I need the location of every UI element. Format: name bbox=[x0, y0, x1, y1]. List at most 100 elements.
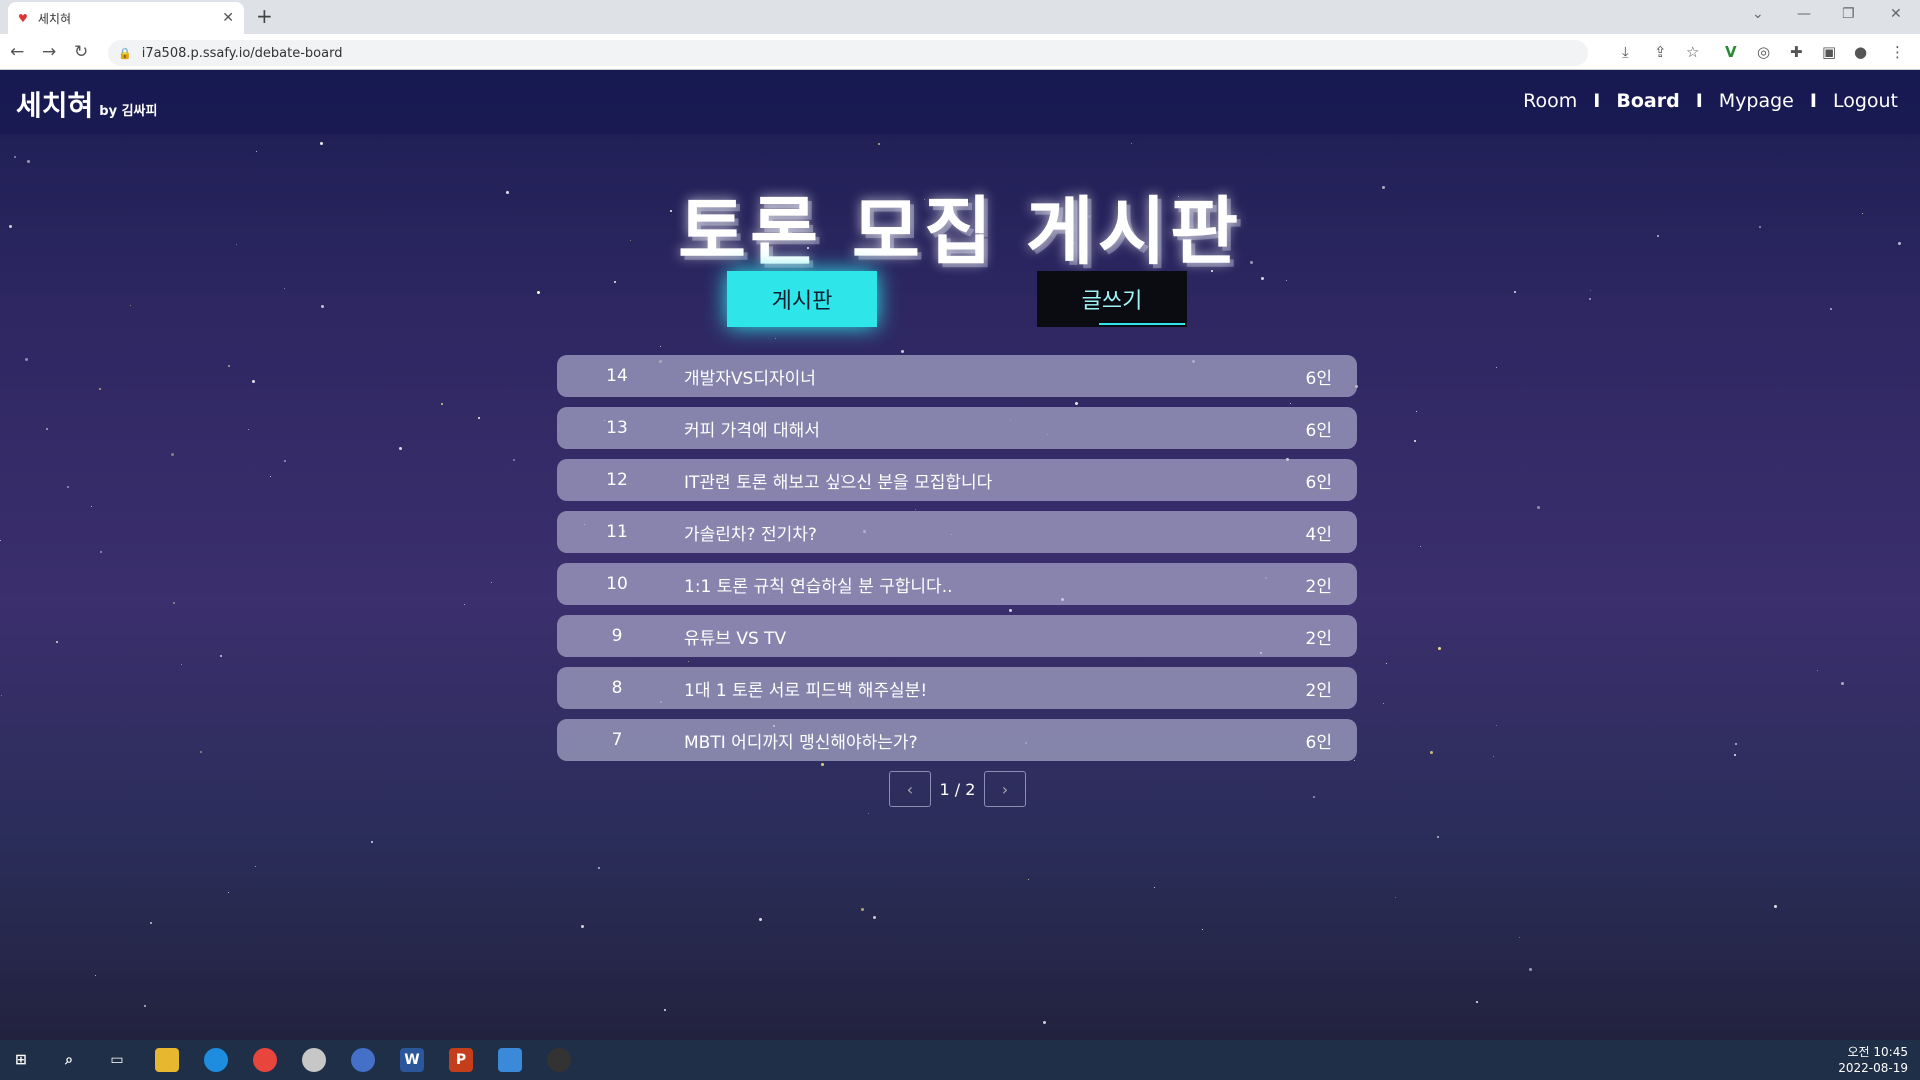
star bbox=[1496, 725, 1497, 726]
star bbox=[1131, 143, 1132, 144]
lock-icon: 🔒 bbox=[118, 46, 132, 60]
taskbar: ⊞ ⌕ ▭ W P 오전 10:45 2022-08-19 bbox=[0, 1040, 1920, 1080]
post-row[interactable]: 14 개발자VS디자이너 6인 bbox=[557, 355, 1357, 397]
post-number: 8 bbox=[611, 678, 623, 698]
post-number: 12 bbox=[606, 470, 628, 490]
bookmark-star-icon[interactable]: ☆ bbox=[1686, 43, 1699, 61]
app-icon[interactable] bbox=[351, 1048, 375, 1072]
sidepanel-icon[interactable]: ▣ bbox=[1822, 43, 1836, 61]
post-capacity: 6인 bbox=[1305, 472, 1332, 493]
new-tab-icon[interactable]: + bbox=[256, 4, 273, 28]
star bbox=[878, 143, 880, 145]
post-capacity: 2인 bbox=[1305, 576, 1332, 597]
star bbox=[868, 813, 869, 814]
star bbox=[614, 281, 616, 283]
star bbox=[270, 476, 271, 477]
url-bar[interactable]: 🔒 i7a508.p.ssafy.io/debate-board bbox=[108, 40, 1588, 66]
star bbox=[0, 540, 1, 541]
minimize-icon[interactable]: — bbox=[1797, 6, 1811, 22]
star bbox=[252, 380, 255, 383]
post-capacity: 4인 bbox=[1305, 524, 1332, 545]
vue-devtools-icon[interactable]: V bbox=[1725, 43, 1737, 61]
menu-icon[interactable]: ⋮ bbox=[1890, 43, 1905, 61]
post-row[interactable]: 9 유튜브 VS TV 2인 bbox=[557, 615, 1357, 657]
post-row[interactable]: 11 가솔린차? 전기차? 4인 bbox=[557, 511, 1357, 553]
prev-page-button[interactable]: ‹ bbox=[889, 771, 931, 807]
restore-icon[interactable]: ❐ bbox=[1842, 6, 1855, 22]
star bbox=[660, 346, 661, 347]
site-header: 세치혀 by 김싸피 Room I Board I Mypage I Logout bbox=[0, 70, 1920, 134]
star bbox=[581, 925, 584, 928]
board-button[interactable]: 게시판 bbox=[727, 271, 877, 327]
task-view-icon[interactable]: ▭ bbox=[105, 1048, 129, 1072]
profile-icon[interactable]: ● bbox=[1854, 43, 1867, 61]
word-icon[interactable]: W bbox=[400, 1048, 424, 1072]
post-row[interactable]: 13 커피 가격에 대해서 6인 bbox=[557, 407, 1357, 449]
star bbox=[144, 1005, 146, 1007]
star bbox=[321, 305, 324, 308]
star bbox=[25, 358, 28, 361]
favicon-icon: ♥ bbox=[18, 11, 28, 25]
extension-icon[interactable]: ◎ bbox=[1757, 43, 1770, 61]
post-capacity: 2인 bbox=[1305, 628, 1332, 649]
nav-mypage[interactable]: Mypage bbox=[1719, 90, 1794, 112]
powerpoint-icon[interactable]: P bbox=[449, 1048, 473, 1072]
post-list: 14 개발자VS디자이너 6인 13 커피 가격에 대해서 6인 12 IT관련 토론 해보고… bbox=[557, 355, 1357, 771]
nav-room[interactable]: Room bbox=[1523, 90, 1577, 112]
star bbox=[1493, 756, 1494, 757]
logo-text: 세치혀 bbox=[16, 89, 94, 122]
star bbox=[464, 604, 465, 605]
nav-separator: I bbox=[1695, 90, 1703, 112]
post-row[interactable]: 10 1:1 토론 규칙 연습하실 분 구합니다.. 2인 bbox=[557, 563, 1357, 605]
chrome-icon[interactable] bbox=[253, 1048, 277, 1072]
puzzle-icon[interactable]: ✚ bbox=[1790, 43, 1803, 61]
star bbox=[248, 429, 249, 430]
main-nav: Room I Board I Mypage I Logout bbox=[1523, 90, 1898, 112]
search-icon[interactable]: ⌕ bbox=[57, 1048, 81, 1072]
close-tab-icon[interactable]: ✕ bbox=[222, 10, 234, 26]
forward-icon[interactable]: → bbox=[42, 42, 56, 62]
chevron-down-icon[interactable]: ⌄ bbox=[1752, 6, 1764, 22]
post-row[interactable]: 8 1대 1 토론 서로 피드백 해주실분! 2인 bbox=[557, 667, 1357, 709]
next-page-button[interactable]: › bbox=[984, 771, 1026, 807]
star bbox=[399, 447, 402, 450]
write-button[interactable]: 글쓰기 bbox=[1037, 271, 1187, 327]
star bbox=[56, 641, 58, 643]
windows-start-icon[interactable]: ⊞ bbox=[9, 1048, 33, 1072]
star bbox=[1414, 440, 1416, 442]
star bbox=[598, 867, 600, 869]
share-icon[interactable]: ⇪ bbox=[1654, 43, 1667, 61]
star bbox=[1202, 929, 1203, 930]
star bbox=[1286, 280, 1287, 281]
star bbox=[1028, 879, 1029, 880]
star bbox=[441, 403, 443, 405]
obs-icon[interactable] bbox=[547, 1048, 571, 1072]
clock-time: 오전 10:45 bbox=[1847, 1045, 1908, 1059]
browser-tab[interactable]: ♥ 세치혀 ✕ bbox=[8, 2, 244, 34]
post-row[interactable]: 12 IT관련 토론 해보고 싶으신 분을 모집합니다 6인 bbox=[557, 459, 1357, 501]
post-title: 커피 가격에 대해서 bbox=[684, 420, 820, 441]
nav-separator: I bbox=[1593, 90, 1601, 112]
logo[interactable]: 세치혀 by 김싸피 bbox=[16, 84, 157, 124]
edge-icon[interactable] bbox=[204, 1048, 228, 1072]
star bbox=[1383, 703, 1384, 704]
app-icon[interactable] bbox=[498, 1048, 522, 1072]
file-explorer-icon[interactable] bbox=[155, 1048, 179, 1072]
star bbox=[513, 459, 515, 461]
nav-logout[interactable]: Logout bbox=[1833, 90, 1898, 112]
star bbox=[150, 922, 152, 924]
star bbox=[1841, 682, 1844, 685]
star bbox=[1529, 968, 1532, 971]
nav-board[interactable]: Board bbox=[1616, 90, 1679, 112]
close-window-icon[interactable]: ✕ bbox=[1890, 6, 1902, 22]
install-icon[interactable]: ⤓ bbox=[1622, 43, 1629, 61]
clock[interactable]: 오전 10:45 2022-08-19 bbox=[1838, 1044, 1908, 1076]
address-toolbar: ← → ↻ 🔒 i7a508.p.ssafy.io/debate-board ⤓… bbox=[0, 34, 1920, 70]
reload-icon[interactable]: ↻ bbox=[74, 42, 88, 62]
back-icon[interactable]: ← bbox=[10, 42, 24, 62]
app-icon[interactable] bbox=[302, 1048, 326, 1072]
star bbox=[91, 506, 92, 507]
star bbox=[491, 582, 492, 583]
post-row[interactable]: 7 MBTI 어디까지 맹신해야하는가? 6인 bbox=[557, 719, 1357, 761]
write-button-label: 글쓰기 bbox=[1081, 288, 1143, 313]
